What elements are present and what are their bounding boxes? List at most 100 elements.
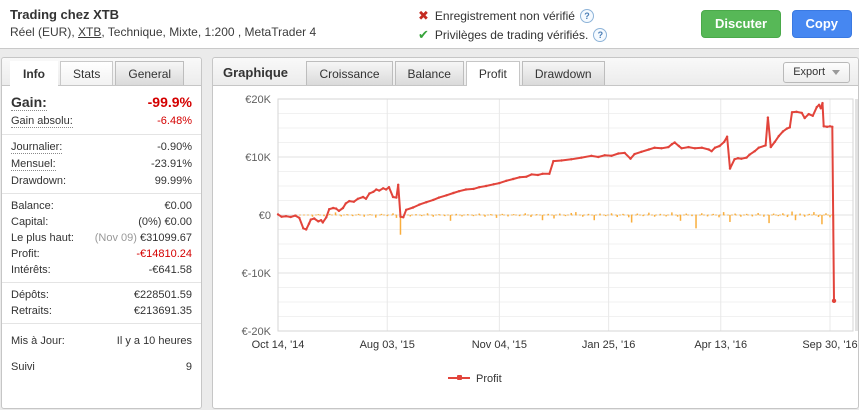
daily-bar <box>825 213 827 215</box>
tab-balance[interactable]: Balance <box>394 61 464 85</box>
stat-value-int-r-ts: -€641.58 <box>148 264 192 276</box>
profit-point <box>399 215 402 218</box>
profit-point <box>828 125 832 128</box>
daily-bar <box>665 215 667 217</box>
profit-point <box>764 144 767 147</box>
profit-point <box>745 156 748 159</box>
daily-bar <box>392 213 394 215</box>
stat-row-balance: Balance: €0.00 <box>2 198 201 214</box>
tab-drawdown[interactable]: Drawdown <box>521 61 605 85</box>
daily-bar <box>729 215 731 222</box>
profit-point <box>341 206 345 210</box>
info-panel-tabs: Info Stats General <box>2 58 201 86</box>
daily-bar <box>803 215 806 217</box>
daily-bar <box>768 215 770 224</box>
y-axis-label: €-20K <box>242 326 272 338</box>
profit-point <box>819 107 822 110</box>
profit-point <box>700 146 703 149</box>
profit-point <box>617 152 620 155</box>
tab-general[interactable]: General <box>115 61 185 85</box>
verification-text: Privilèges de trading vérifiés. <box>434 28 589 42</box>
broker-link[interactable]: XTB <box>78 25 101 39</box>
tab-info[interactable]: Info <box>10 61 58 86</box>
verification-text: Enregistrement non vérifié <box>434 9 575 23</box>
profit-point <box>725 135 729 138</box>
stat-row-int-r-ts: Intérêts: -€641.58 <box>2 262 201 278</box>
profit-point <box>332 206 335 210</box>
tab-stats[interactable]: Stats <box>60 61 114 85</box>
daily-bar <box>642 215 644 217</box>
stat-label-capital: Capital: <box>11 216 49 228</box>
daily-bar <box>712 213 715 215</box>
daily-bar <box>582 215 584 217</box>
account-subtitle-suffix: , Technique, Mixte, 1:200 , MetaTrader 4 <box>101 25 317 39</box>
chart-legend[interactable]: Profit <box>448 373 502 385</box>
stat-value-prefix: (Nov 09) <box>94 232 140 244</box>
export-button[interactable]: Export <box>783 62 850 83</box>
stat-label-gain[interactable]: Gain: <box>11 94 47 111</box>
profit-point <box>817 103 821 106</box>
profit-point <box>610 154 613 157</box>
help-icon[interactable]: ? <box>593 28 608 42</box>
daily-bar <box>395 215 398 218</box>
x-axis-label: Apr 13, '16 <box>694 339 747 351</box>
profit-point <box>525 175 528 178</box>
stat-label-journalier[interactable]: Journalier: <box>11 141 63 154</box>
daily-bar <box>553 215 555 219</box>
tab-croissance[interactable]: Croissance <box>306 61 393 85</box>
daily-bar <box>685 213 687 215</box>
daily-bar <box>622 213 624 215</box>
daily-bar <box>813 212 815 215</box>
stat-value-mensuel: -23.91% <box>151 158 192 170</box>
daily-bar <box>628 215 630 218</box>
daily-bar <box>444 215 446 217</box>
y-axis-label: €20K <box>245 94 271 106</box>
daily-bar <box>369 214 371 216</box>
stat-value-journalier: -0.90% <box>157 141 192 153</box>
stat-value-gain-absolu: -6.48% <box>157 115 192 127</box>
profit-last-point <box>831 298 837 304</box>
profit-point <box>713 146 717 149</box>
profit-point <box>548 172 551 175</box>
group-divider <box>2 282 201 283</box>
profit-point <box>518 176 521 179</box>
daily-bar <box>541 215 544 221</box>
stat-value-retraits: €213691.35 <box>133 305 192 317</box>
profit-point <box>478 186 481 189</box>
copy-button[interactable]: Copy <box>791 10 852 38</box>
profit-point <box>603 154 606 157</box>
daily-bar <box>455 213 457 215</box>
stat-label-mensuel[interactable]: Mensuel: <box>11 158 56 171</box>
daily-bar <box>653 215 656 217</box>
chart-right-strip <box>855 99 858 331</box>
daily-bar <box>671 212 673 215</box>
stat-row-suivi: Suivi 9 <box>2 354 201 380</box>
profit-line[interactable] <box>277 102 835 301</box>
daily-bar <box>706 215 709 217</box>
stat-value-profit: -€14810.24 <box>136 248 192 260</box>
daily-bar <box>438 214 440 216</box>
daily-bar <box>570 212 572 215</box>
profit-point <box>766 116 770 119</box>
discuss-button[interactable]: Discuter <box>701 10 782 38</box>
daily-bar <box>636 213 639 215</box>
profit-point <box>298 216 301 220</box>
help-icon[interactable]: ? <box>579 9 594 23</box>
profit-point <box>710 150 713 153</box>
stat-row-mis-jour: Mis à Jour: Il y a 10 heures <box>2 328 201 354</box>
stat-row-gain-absolu: Gain absolu: -6.48% <box>2 113 201 130</box>
daily-bar <box>782 213 784 215</box>
profit-point <box>831 125 834 128</box>
y-axis-label: €10K <box>245 152 271 164</box>
profit-point <box>660 147 663 150</box>
profit-point <box>425 201 428 204</box>
profit-point <box>319 219 323 222</box>
daily-bar <box>386 215 388 217</box>
stat-row-d-p-ts: Dépôts: €228501.59 <box>2 287 201 303</box>
profit-point <box>280 215 283 218</box>
tab-profit[interactable]: Profit <box>465 61 520 86</box>
profit-point <box>321 221 324 224</box>
stat-label-gain-absolu[interactable]: Gain absolu: <box>11 115 73 128</box>
profit-point <box>309 218 312 221</box>
daily-bar <box>432 215 434 217</box>
